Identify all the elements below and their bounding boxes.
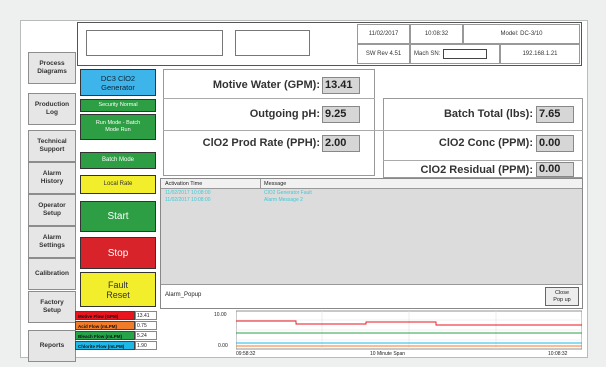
legend-series-value: 1.90 — [135, 341, 157, 350]
legend-series-name: Motive Flow (GPM) — [75, 311, 135, 320]
mach-sn-label: Mach SN: — [414, 51, 441, 57]
nav-technical-support-button[interactable]: Technical Support — [28, 130, 76, 162]
batch-total-value: 7.65 — [536, 106, 574, 123]
legend-series-value: 13.41 — [135, 311, 157, 320]
header-blank-field-2 — [235, 30, 310, 56]
alarm-popup-label: Alarm_Popup — [165, 292, 202, 298]
trend-ytick-bottom: 0.00 — [218, 343, 228, 349]
mach-sn-field: Mach SN: — [410, 44, 500, 64]
clo2-residual-value: 0.00 — [536, 162, 574, 177]
alarm-row-time[interactable]: 11/02/2017 10:08:00 — [165, 190, 211, 196]
metrics-divider-1 — [163, 98, 375, 99]
nav-production-log-button[interactable]: Production Log — [28, 93, 76, 125]
local-rate-button[interactable]: Local Rate — [80, 175, 156, 194]
legend-series-name: Bleach Flow (mLPM) — [75, 331, 135, 340]
nav-calibration-button[interactable]: Calibration — [28, 258, 76, 290]
start-button[interactable]: Start — [80, 201, 156, 232]
nav-operator-setup-button[interactable]: Operator Setup — [28, 194, 76, 226]
outgoing-ph-value: 9.25 — [322, 106, 360, 123]
alarm-row-time[interactable]: 11/02/2017 10:08:00 — [165, 197, 211, 203]
alarm-row-message[interactable]: Alarm Message 2 — [264, 197, 303, 203]
nav-factory-setup-button[interactable]: Factory Setup — [28, 291, 76, 323]
legend-series-name: Acid Flow (mLPM) — [75, 321, 135, 330]
batch-total-label: Batch Total (lbs): — [443, 108, 533, 120]
mach-sn-input[interactable] — [443, 49, 488, 59]
trend-x-start: 09:58:32 — [236, 351, 256, 357]
trend-x-mid: 10 Minute Span — [370, 351, 406, 357]
model-display: Model: DC-3/10 — [463, 24, 580, 44]
batch-mode-button[interactable]: Batch Mode — [80, 152, 156, 169]
ip-display: 192.168.1.21 — [500, 44, 580, 64]
legend-series-value: 5.24 — [135, 331, 157, 340]
motive-water-value: 13.41 — [322, 77, 360, 94]
trend-chart — [236, 310, 582, 350]
nav-alarm-history-button[interactable]: Alarm History — [28, 162, 76, 194]
motive-water-label: Motive Water (GPM): — [212, 79, 320, 91]
legend-series-value: 0.75 — [135, 321, 157, 330]
time-display: 10:08:32 — [410, 24, 463, 44]
sw-rev-display: SW Rev 4.51 — [357, 44, 410, 64]
legend-series-name: Chlorite Flow (mLPM) — [75, 341, 135, 350]
alarm-col-divider — [260, 179, 261, 189]
header-blank-field-1 — [86, 30, 223, 56]
run-mode-status: Run Mode - Batch Mode Run — [80, 114, 156, 140]
alarm-col-message[interactable]: Message — [264, 179, 414, 189]
generator-button[interactable]: DC3 ClO2 Generator — [80, 69, 156, 96]
trend-x-end: 10:08:32 — [548, 351, 568, 357]
alarm-popup-footer — [161, 284, 582, 308]
alarm-row-message[interactable]: ClO2 Generator Fault — [264, 190, 312, 196]
clo2-conc-label: ClO2 Conc (PPM): — [438, 137, 533, 149]
clo2-conc-value: 0.00 — [536, 135, 574, 152]
alarm-col-time[interactable]: Activation Time — [165, 179, 260, 189]
metrics-divider-3 — [383, 160, 583, 161]
close-popup-button[interactable]: Close Pop up — [545, 287, 579, 306]
nav-process-diagrams-button[interactable]: Process Diagrams — [28, 52, 76, 84]
metrics-divider-2 — [163, 130, 583, 131]
date-display: 11/02/2017 — [357, 24, 410, 44]
nav-reports-button[interactable]: Reports — [28, 330, 76, 362]
clo2-prod-rate-value: 2.00 — [322, 135, 360, 152]
trend-ytick-top: 10.00 — [214, 312, 227, 318]
clo2-prod-rate-label: ClO2 Prod Rate (PPH): — [202, 137, 320, 149]
security-status: Security Normal — [80, 99, 156, 112]
clo2-residual-label: ClO2 Residual (PPM): — [420, 164, 533, 176]
stop-button[interactable]: Stop — [80, 237, 156, 269]
fault-reset-button[interactable]: Fault Reset — [80, 272, 156, 307]
nav-alarm-settings-button[interactable]: Alarm Settings — [28, 226, 76, 258]
outgoing-ph-label: Outgoing pH: — [249, 108, 320, 120]
